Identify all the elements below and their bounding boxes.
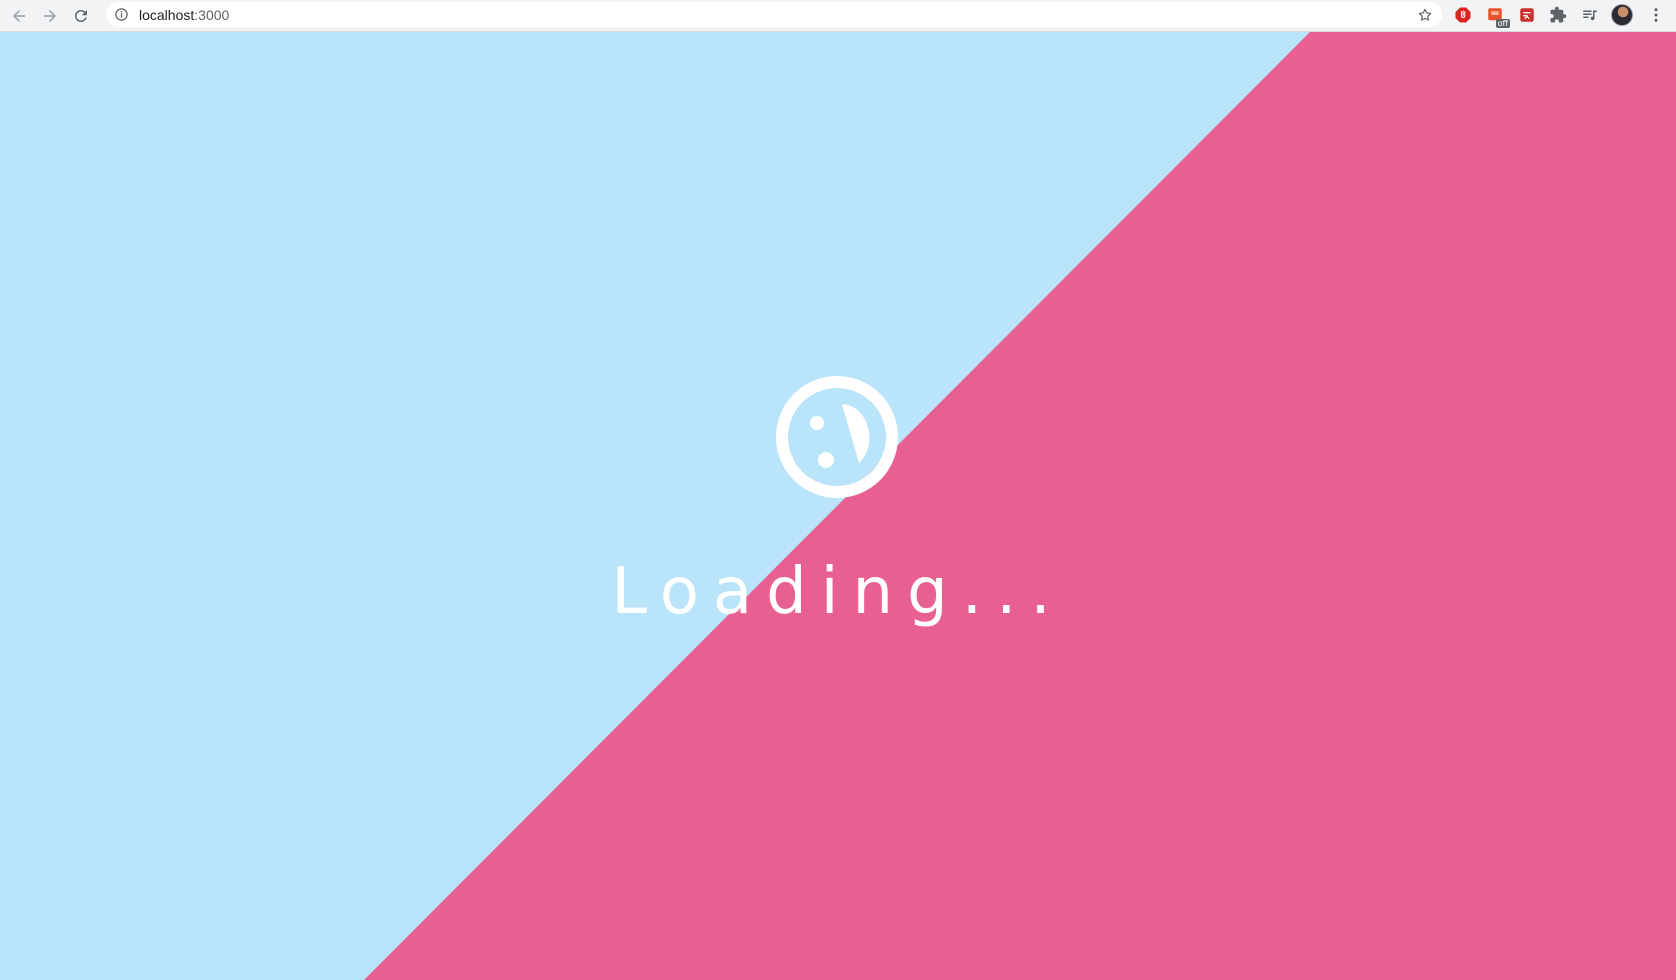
page-viewport: Loading... (0, 32, 1676, 980)
profile-avatar[interactable] (1611, 4, 1633, 26)
url-text: localhost:3000 (139, 7, 229, 23)
extension-red-icon[interactable] (1516, 4, 1538, 26)
extensions-puzzle-icon[interactable] (1547, 4, 1569, 26)
media-controls-icon[interactable] (1579, 4, 1601, 26)
browser-toolbar: localhost:3000 off (0, 0, 1676, 32)
forward-button[interactable] (37, 3, 63, 29)
loading-screen: Loading... (0, 32, 1676, 980)
loading-face-icon (776, 376, 898, 498)
adblock-icon[interactable] (1452, 4, 1474, 26)
address-bar[interactable]: localhost:3000 (106, 2, 1442, 27)
site-info-icon[interactable] (113, 6, 130, 23)
loading-text: Loading... (611, 555, 1065, 629)
reload-button[interactable] (68, 3, 94, 29)
reload-icon (74, 9, 87, 22)
bookmark-star-icon[interactable] (1416, 6, 1433, 23)
menu-kebab-icon[interactable] (1645, 4, 1667, 26)
extension-off-icon[interactable]: off (1484, 4, 1510, 28)
url-host: localhost (139, 7, 195, 23)
extension-badge: off (1495, 19, 1510, 28)
back-arrow-icon (13, 10, 25, 22)
back-button[interactable] (6, 3, 32, 29)
forward-arrow-icon (44, 10, 56, 22)
url-port: :3000 (194, 7, 230, 23)
